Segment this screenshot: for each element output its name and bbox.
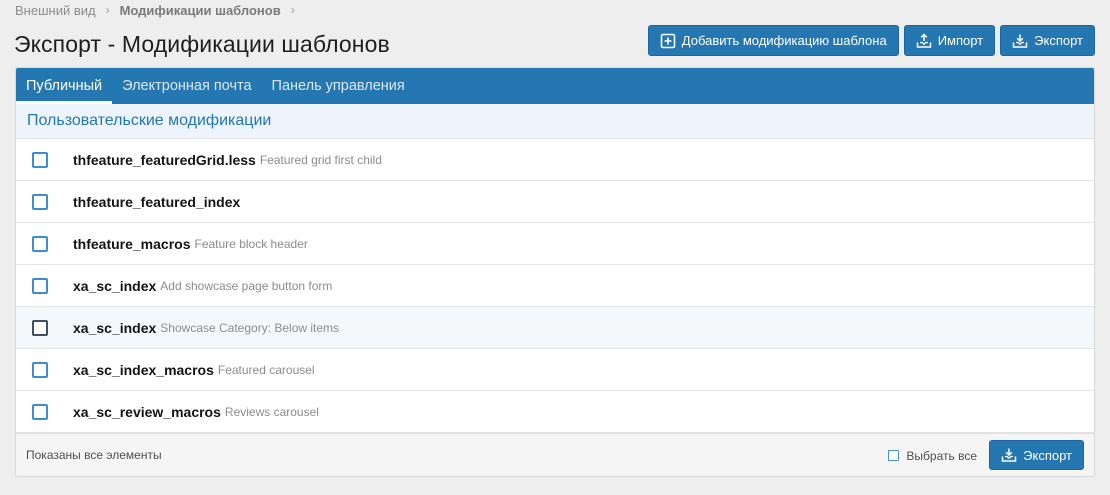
modification-description: Feature block header [194, 236, 308, 251]
modification-description: Featured grid first child [259, 152, 382, 167]
download-tray-icon [1001, 448, 1017, 462]
row-checkbox[interactable] [32, 403, 48, 420]
select-all-label: Выбрать все [906, 448, 977, 463]
add-template-modification-button[interactable]: Добавить модификацию шаблона [647, 25, 899, 56]
breadcrumb: Внешний вид › Модификации шаблонов › [15, 2, 295, 18]
list-item: thfeature_featured_index [16, 181, 1094, 223]
modification-name: xa_sc_review_macros [73, 403, 221, 420]
footer-export-label: Экспорт [1023, 447, 1072, 463]
modification-name: thfeature_featuredGrid.less [73, 151, 256, 168]
plus-square-icon [660, 33, 676, 48]
chevron-right-icon: › [105, 3, 110, 17]
modification-list: thfeature_featuredGrid.less Featured gri… [16, 139, 1094, 433]
modification-name: xa_sc_index [73, 277, 157, 294]
modification-description: Showcase Category: Below items [160, 320, 340, 335]
export-panel: Публичный Электронная почта Панель управ… [15, 67, 1095, 477]
modification-description: Featured carousel [217, 362, 315, 377]
breadcrumb-item-appearance[interactable]: Внешний вид [15, 3, 96, 18]
row-checkbox[interactable] [32, 151, 48, 168]
modification-name: thfeature_featured_index [73, 193, 241, 210]
add-template-modification-label: Добавить модификацию шаблона [681, 33, 887, 48]
status-text: Показаны все элементы [26, 448, 162, 462]
row-checkbox[interactable] [32, 235, 48, 252]
panel-footer: Показаны все элементы Выбрать все Экспор… [16, 433, 1094, 476]
row-checkbox[interactable] [32, 277, 48, 294]
import-button[interactable]: Импорт [903, 25, 996, 56]
chevron-right-icon: › [290, 3, 295, 17]
tab-email[interactable]: Электронная почта [112, 68, 261, 104]
list-item: xa_sc_index Add showcase page button for… [16, 265, 1094, 307]
download-tray-icon [1012, 34, 1028, 48]
list-item: thfeature_featuredGrid.less Featured gri… [16, 139, 1094, 181]
tab-public[interactable]: Публичный [16, 68, 113, 104]
select-all-toggle[interactable]: Выбрать все [888, 434, 977, 476]
page-actions: Добавить модификацию шаблона Импорт Эксп… [647, 25, 1095, 56]
list-item: thfeature_macros Feature block header [16, 223, 1094, 265]
breadcrumb-item-template-modifications[interactable]: Модификации шаблонов [120, 3, 281, 18]
upload-tray-icon [916, 32, 931, 48]
export-label: Экспорт [1034, 33, 1083, 48]
select-all-checkbox[interactable] [888, 450, 900, 461]
list-item: xa_sc_index Showcase Category: Below ite… [16, 307, 1094, 349]
tab-admin-panel[interactable]: Панель управления [262, 68, 415, 104]
list-item: xa_sc_index_macros Featured carousel [16, 349, 1094, 391]
modification-name: thfeature_macros [73, 235, 191, 252]
tab-bar: Публичный Электронная почта Панель управ… [16, 68, 1094, 104]
row-checkbox[interactable] [32, 361, 48, 378]
modification-description: Add showcase page button form [160, 278, 333, 293]
modification-description: Reviews carousel [224, 404, 319, 419]
row-checkbox[interactable] [32, 193, 48, 210]
modification-name: xa_sc_index_macros [73, 361, 214, 378]
modification-name: xa_sc_index [73, 319, 157, 336]
footer-export-button[interactable]: Экспорт [989, 440, 1084, 470]
section-title: Пользовательские модификации [16, 104, 1094, 139]
import-label: Импорт [937, 33, 984, 48]
row-checkbox[interactable] [32, 319, 48, 336]
page-title: Экспорт - Модификации шаблонов [14, 31, 390, 57]
export-button[interactable]: Экспорт [1000, 25, 1095, 56]
list-item: xa_sc_review_macros Reviews carousel [16, 391, 1094, 433]
